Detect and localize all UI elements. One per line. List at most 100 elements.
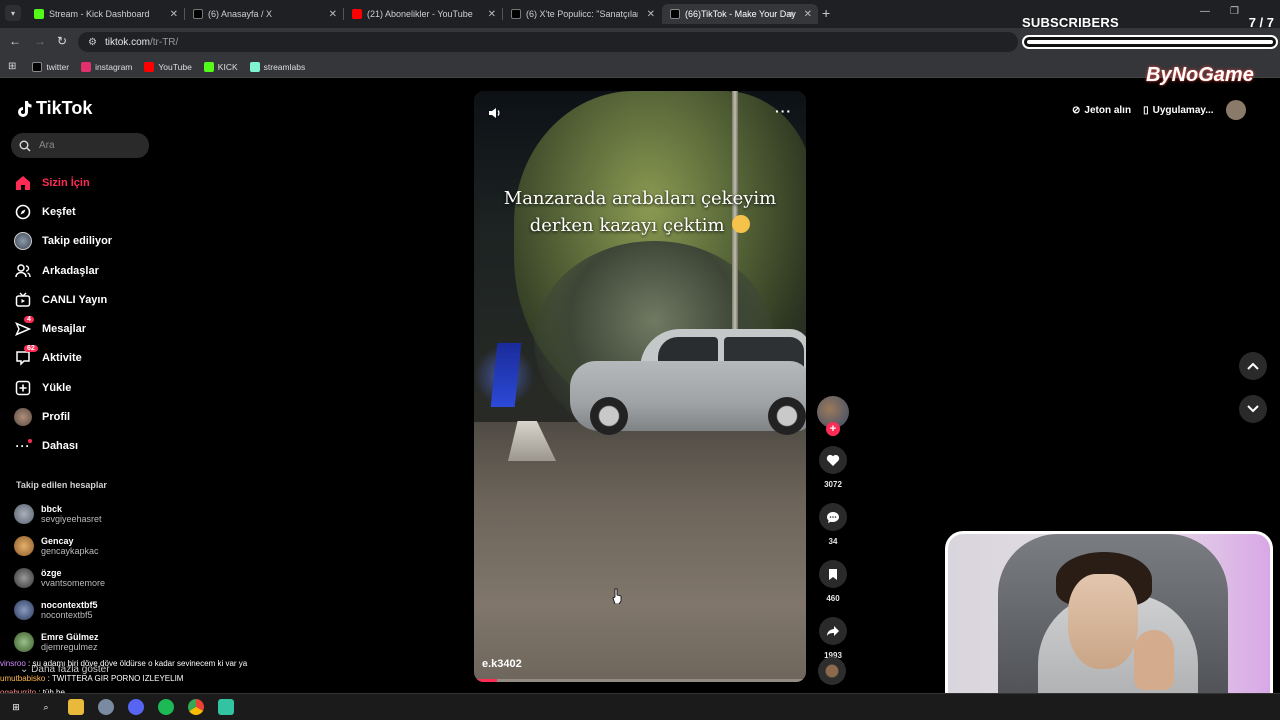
comment-count: 34 <box>828 537 838 546</box>
back-button[interactable]: ← <box>9 34 21 48</box>
streamlabs-icon[interactable] <box>218 699 234 715</box>
sidebar-item-label: Dahası <box>42 440 79 453</box>
avatar <box>14 600 34 620</box>
share-arrow-icon <box>819 617 847 645</box>
search-icon[interactable]: ⌕ <box>38 699 54 715</box>
sidebar-item-live[interactable]: CANLI Yayın <box>14 285 154 314</box>
chrome-icon[interactable] <box>188 699 204 715</box>
tab-kick-dashboard[interactable]: Stream - Kick Dashboard ✕ <box>26 4 184 24</box>
apps-grid-icon[interactable]: ⊞ <box>8 61 16 72</box>
tab-youtube-subscriptions[interactable]: (21) Abonelikler - YouTube ✕ <box>344 4 502 24</box>
next-video-button[interactable] <box>1239 395 1267 423</box>
tab-label: (6) X'te Populicc: "Sanatçıların y <box>526 9 638 19</box>
instagram-favicon-icon <box>81 61 92 72</box>
save-button[interactable]: 460 <box>816 560 850 603</box>
get-coins-button[interactable]: ⊘ Jeton alın <box>1072 105 1131 116</box>
get-app-button[interactable]: ▯ Uygulamay... <box>1143 105 1213 116</box>
comment-button[interactable]: 34 <box>816 503 850 546</box>
video-progress-bar[interactable] <box>474 679 806 682</box>
app-icon[interactable] <box>98 699 114 715</box>
close-tab-icon[interactable]: ✕ <box>804 9 812 20</box>
discord-icon[interactable] <box>128 699 144 715</box>
address-bar[interactable]: ⚙ tiktok.com/tr-TR/ <box>78 32 1018 52</box>
save-count: 460 <box>826 594 840 603</box>
video-player[interactable]: Manzarada arabaları çekeyim derken kazay… <box>474 91 806 682</box>
close-tab-icon[interactable]: ✕ <box>488 9 496 20</box>
sidebar-item-upload[interactable]: Yükle <box>14 373 154 402</box>
streamlabs-favicon-icon <box>249 61 260 72</box>
tab-x-home[interactable]: (6) Anasayfa / X ✕ <box>185 4 343 24</box>
tab-search-button[interactable]: ▾ <box>5 5 21 21</box>
list-item[interactable]: Gencay gencaykapkac <box>14 530 154 562</box>
subscriber-goal-label: SUBSCRIBERS <box>1022 15 1119 30</box>
share-button[interactable]: 1993 <box>816 617 850 660</box>
file-explorer-icon[interactable] <box>68 699 84 715</box>
url-text: tiktok.com/tr-TR/ <box>104 36 179 48</box>
close-tab-icon[interactable]: ✕ <box>170 9 178 20</box>
youtube-favicon-icon <box>352 9 362 19</box>
avatar[interactable] <box>1225 100 1246 120</box>
account-handle: nocontextbf5 <box>41 610 93 620</box>
follow-plus-icon[interactable]: + <box>826 422 840 436</box>
sidebar-item-more[interactable]: ··· Dahası <box>14 432 154 461</box>
volume-icon[interactable] <box>488 106 502 120</box>
subscriber-goal-widget: SUBSCRIBERS 7 / 7 <box>1022 15 1278 55</box>
streamer-logo: ByNoGame <box>1146 64 1254 86</box>
avatar <box>14 632 34 652</box>
tab-x-populicc[interactable]: (6) X'te Populicc: "Sanatçıların y ✕ <box>503 4 661 24</box>
compass-icon <box>14 203 32 221</box>
sidebar-item-for-you[interactable]: Sizin İçin <box>14 168 154 197</box>
activity-badge: 62 <box>24 345 38 353</box>
search-input[interactable]: Ara <box>11 133 149 158</box>
bookmark-label: instagram <box>95 61 133 72</box>
list-item[interactable]: nocontextbf5 nocontextbf5 <box>14 594 154 626</box>
list-item[interactable]: özge vvantsomemore <box>14 562 154 594</box>
bookmark-instagram[interactable]: instagram <box>81 61 133 72</box>
creator-avatar[interactable]: + <box>817 396 849 436</box>
sidebar-item-activity[interactable]: 62 Aktivite <box>14 344 154 373</box>
bookmark-youtube[interactable]: YouTube <box>144 61 192 72</box>
music-disc-icon[interactable] <box>818 657 846 685</box>
forward-button[interactable]: → <box>34 34 46 48</box>
sidebar-item-label: Yükle <box>42 381 72 394</box>
close-tab-icon[interactable]: ✕ <box>647 9 655 20</box>
list-item[interactable]: bbck sevgiyeehasret <box>14 498 154 530</box>
bookmark-streamlabs[interactable]: streamlabs <box>249 61 306 72</box>
tiktok-logo[interactable]: TikTok <box>16 98 92 119</box>
tab-tiktok[interactable]: (66)TikTok - Make Your Day 🔊︎ ✕ <box>662 4 818 24</box>
sidebar-item-friends[interactable]: Arkadaşlar <box>14 256 154 285</box>
previous-video-button[interactable] <box>1239 352 1267 380</box>
upload-icon <box>14 379 32 397</box>
account-handle: gencaykapkac <box>41 546 99 556</box>
sidebar-item-explore[interactable]: Keşfet <box>14 197 154 226</box>
reload-button[interactable]: ↻ <box>57 34 67 48</box>
get-coins-label: Jeton alın <box>1084 104 1132 116</box>
windows-start-icon[interactable]: ⊞ <box>8 699 24 715</box>
sidebar-item-messages[interactable]: 4 Mesajlar <box>14 314 154 343</box>
bookmark-kick[interactable]: KICK <box>203 61 238 72</box>
new-tab-button[interactable]: + <box>822 5 830 21</box>
tab-label: Stream - Kick Dashboard <box>49 9 150 19</box>
more-options-icon[interactable]: ··· <box>775 103 792 119</box>
like-button[interactable]: 3072 <box>816 446 850 489</box>
bookmark-twitter[interactable]: twitter <box>32 61 69 72</box>
sidebar-item-label: Arkadaşlar <box>42 264 99 277</box>
sidebar-item-label: CANLI Yayın <box>42 293 108 306</box>
tab-label: (66)TikTok - Make Your Day <box>685 9 796 19</box>
list-item[interactable]: Emre Gülmez djemregulmez <box>14 626 154 658</box>
video-author[interactable]: e.k3402 <box>482 658 522 670</box>
tiktok-favicon-icon <box>670 9 680 19</box>
sidebar-item-profile[interactable]: Profil <box>14 402 154 431</box>
following-accounts-list: bbck sevgiyeehasret Gencay gencaykapkac öz… <box>14 498 154 658</box>
x-favicon-icon <box>193 9 203 19</box>
close-tab-icon[interactable]: ✕ <box>329 9 337 20</box>
bookmark-label: streamlabs <box>263 61 306 72</box>
sidebar-item-label: Keşfet <box>42 205 76 218</box>
heart-icon <box>819 446 847 474</box>
tiktok-note-icon <box>18 100 32 117</box>
site-info-icon[interactable]: ⚙ <box>88 37 97 48</box>
avatar <box>14 568 34 588</box>
sidebar-item-following[interactable]: Takip ediliyor <box>14 227 154 256</box>
speaker-icon[interactable]: 🔊︎ <box>788 9 794 20</box>
spotify-icon[interactable] <box>158 699 174 715</box>
